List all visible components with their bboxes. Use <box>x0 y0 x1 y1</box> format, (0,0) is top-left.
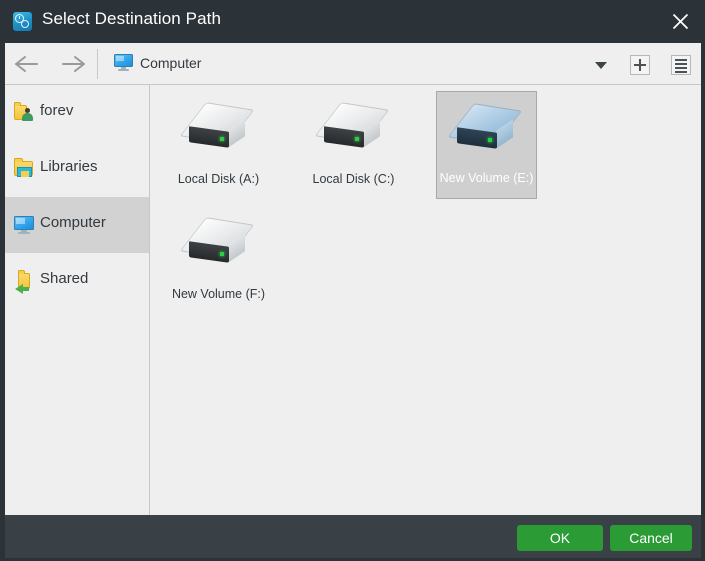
shared-folder-icon <box>14 270 35 294</box>
drive-label: New Volume (E:) <box>439 171 534 185</box>
chevron-down-icon[interactable] <box>592 59 612 71</box>
drive-tile[interactable]: Local Disk (A:) <box>168 91 269 199</box>
computer-icon <box>114 54 133 71</box>
select-destination-path-dialog: Select Destination Path Computer forev L… <box>0 0 705 561</box>
plus-box-icon[interactable] <box>630 55 650 75</box>
gears-icon <box>13 12 32 31</box>
hard-disk-icon <box>180 103 255 155</box>
sidebar: forev Libraries Computer Shared <box>0 85 150 515</box>
divider <box>97 49 98 79</box>
window-frame-right <box>701 43 705 561</box>
cancel-button[interactable]: Cancel <box>610 525 692 551</box>
arrow-left-icon[interactable] <box>12 52 44 76</box>
hard-disk-icon <box>180 218 255 270</box>
sidebar-item-shared[interactable]: Shared <box>0 253 149 309</box>
hard-disk-icon <box>448 104 523 156</box>
sidebar-item-computer[interactable]: Computer <box>0 197 149 253</box>
close-icon[interactable] <box>663 6 697 37</box>
drive-tile[interactable]: New Volume (F:) <box>168 206 269 314</box>
title-bar: Select Destination Path <box>0 0 705 43</box>
drive-label: New Volume (F:) <box>171 287 266 301</box>
sidebar-item-label: Computer <box>40 214 106 231</box>
computer-icon <box>14 214 35 235</box>
sidebar-item-label: forev <box>40 102 74 119</box>
user-folder-icon <box>14 102 35 123</box>
navigation-bar: Computer <box>0 43 705 85</box>
arrow-right-icon[interactable] <box>56 52 88 76</box>
drive-label: Local Disk (A:) <box>177 172 260 186</box>
list-view-icon[interactable] <box>671 55 691 75</box>
drive-label: Local Disk (C:) <box>312 172 395 186</box>
sidebar-item-libraries[interactable]: Libraries <box>0 141 149 197</box>
libraries-icon <box>14 158 35 179</box>
sidebar-item-forev[interactable]: forev <box>0 85 149 141</box>
ok-button[interactable]: OK <box>517 525 603 551</box>
drive-tile[interactable]: Local Disk (C:) <box>303 91 404 199</box>
dialog-footer: OK Cancel <box>0 515 705 561</box>
sidebar-item-label: Shared <box>40 270 89 287</box>
drive-tile-selected[interactable]: New Volume (E:) <box>436 91 537 199</box>
sidebar-item-label: Libraries <box>40 158 98 175</box>
window-frame-left <box>0 43 5 561</box>
breadcrumb[interactable]: Computer <box>140 55 201 71</box>
hard-disk-icon <box>315 103 390 155</box>
page-title: Select Destination Path <box>42 9 222 28</box>
file-list-panel: Local Disk (A:) Local Disk (C:) New Volu… <box>151 85 705 515</box>
